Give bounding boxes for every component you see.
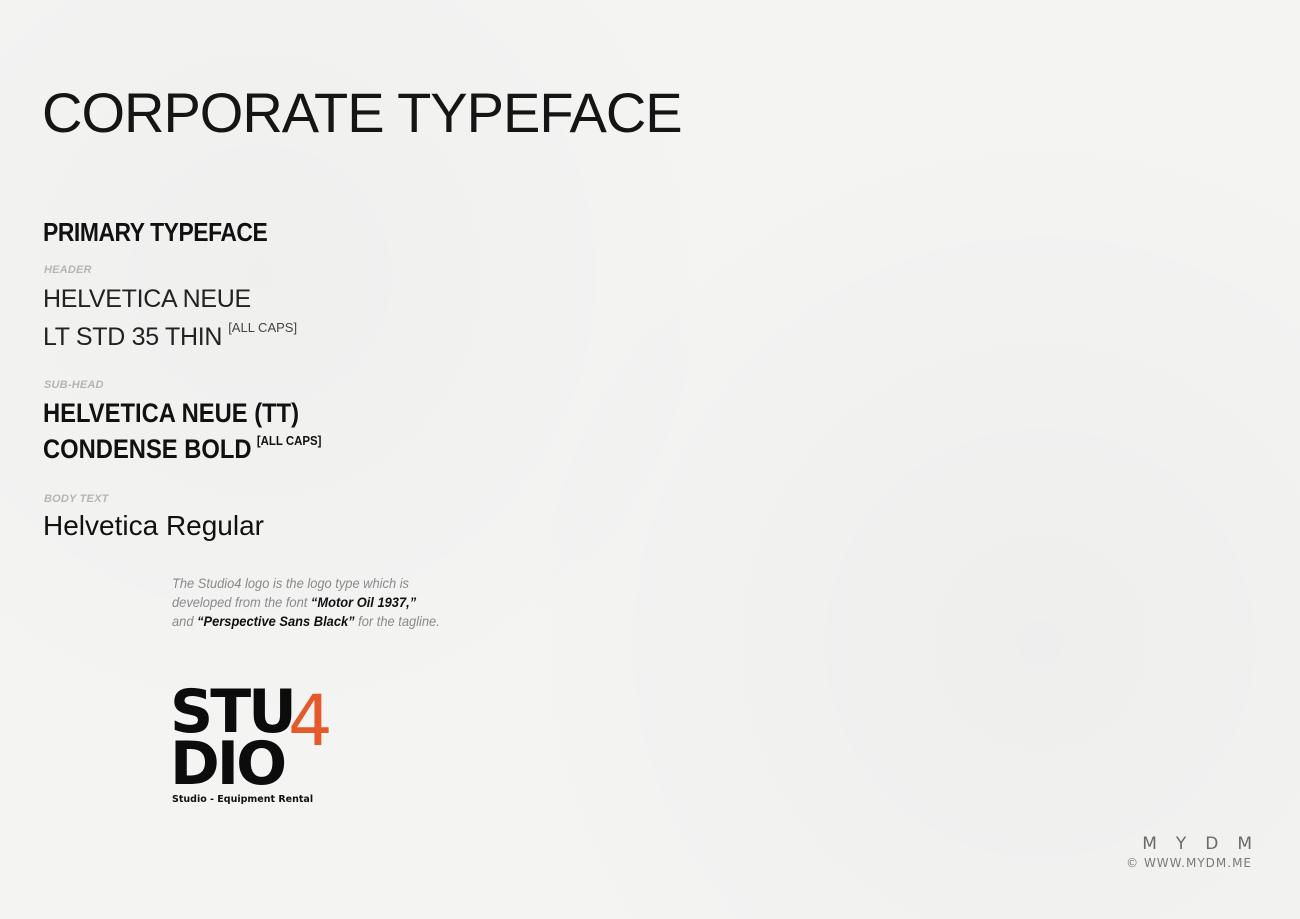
header-font-line-2: LT STD 35 THIN [ALL CAPS] [43, 320, 297, 352]
body-label: BODY TEXT [44, 493, 109, 505]
subhead-font-line-1: HELVETICA NEUE (TT) [43, 398, 300, 428]
subhead-caps-note: [ALL CAPS] [256, 433, 322, 448]
header-label: HEADER [44, 264, 92, 276]
description-line-2: developed from the font “Motor Oil 1937,… [172, 593, 440, 612]
section-title: PRIMARY TYPEFACE [43, 217, 268, 247]
mydm-watermark: MYDM © WWW.MYDM.ME [1126, 834, 1252, 870]
subhead-font-line-2: CONDENSE BOLD [ALL CAPS] [43, 433, 321, 465]
description-text: and [172, 613, 198, 629]
logo-tagline: Studio - Equipment Rental [172, 794, 314, 805]
mydm-website: © WWW.MYDM.ME [1126, 856, 1252, 870]
header-caps-note: [ALL CAPS] [228, 320, 298, 335]
subhead-label: SUB-HEAD [44, 379, 104, 391]
description-text: developed from the font [172, 594, 311, 610]
body-font-line: Helvetica Regular [43, 510, 264, 541]
page-title: CORPORATE TYPEFACE [42, 81, 683, 144]
logo-row-dio: DIO [170, 729, 287, 799]
header-font-line-1: HELVETICA NEUE [43, 285, 251, 313]
description-text: for the tagline. [354, 613, 440, 629]
header-font-name: LT STD 35 THIN [43, 323, 223, 351]
subhead-font-name: CONDENSE BOLD [43, 434, 252, 464]
description-line-1: The Studio4 logo is the logo type which … [172, 575, 410, 591]
mydm-name: MYDM [1142, 834, 1271, 854]
description-line-3: and “Perspective Sans Black” for the tag… [172, 612, 440, 631]
logo-description: The Studio4 logo is the logo type which … [172, 574, 440, 631]
perspective-sans-font-name: “Perspective Sans Black” [197, 613, 355, 629]
motor-oil-font-name: “Motor Oil 1937,” [310, 594, 417, 610]
logo-digit-four: 4 [288, 680, 333, 762]
studio4-logo: STU DIO 4 Studio - Equipment Rental [170, 678, 340, 808]
